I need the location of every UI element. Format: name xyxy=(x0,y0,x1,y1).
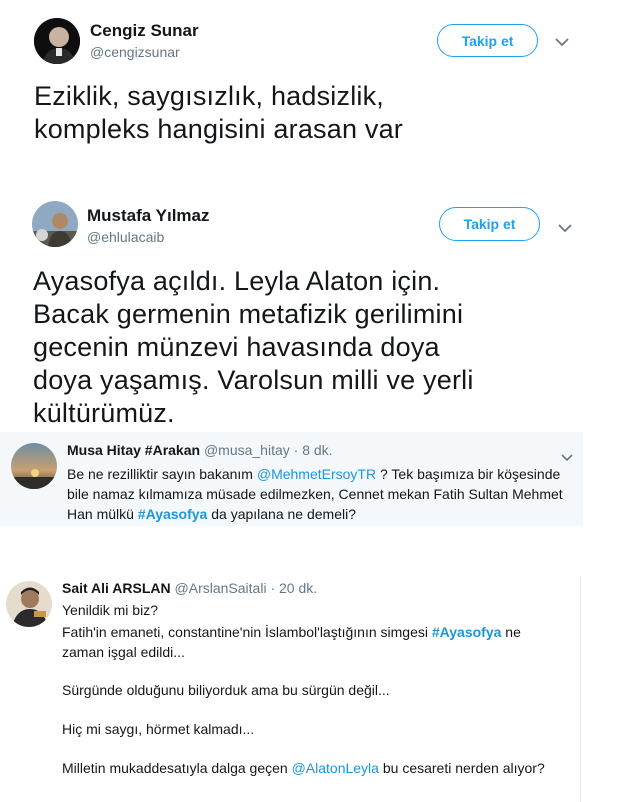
tweet-timestamp[interactable]: · 20 dk. xyxy=(270,580,317,596)
author-handle[interactable]: @cengizsunar xyxy=(90,44,180,60)
hashtag-link[interactable]: #Ayasofya xyxy=(138,506,208,522)
author-handle[interactable]: @musa_hitay xyxy=(204,442,290,458)
chevron-down-icon[interactable] xyxy=(555,34,569,52)
tweet-line: Milletin mukaddesatıyla dalga geçen @Ala… xyxy=(62,760,545,776)
author-name[interactable]: Cengiz Sunar xyxy=(90,21,199,41)
tweet-line: Sürgünde olduğunu biliyorduk ama bu sürg… xyxy=(62,682,390,698)
tweet-text: Yenildik mi biz? Fatih'in emaneti, const… xyxy=(62,600,552,778)
author-name[interactable]: Mustafa Yılmaz xyxy=(87,206,210,226)
avatar[interactable] xyxy=(32,201,78,247)
tweet-text: Eziklik, saygısızlık, hadsizlik, komplek… xyxy=(34,81,403,144)
avatar-photo-icon xyxy=(32,201,78,247)
follow-button[interactable]: Takip et xyxy=(437,24,538,57)
mention-link[interactable]: @MehmetErsoyTR xyxy=(257,466,376,482)
chevron-down-icon[interactable] xyxy=(558,220,572,238)
tweet-text: Ayasofya açıldı. Leyla Alaton için. Baca… xyxy=(33,266,474,428)
author-name[interactable]: Musa Hitay #Arakan xyxy=(67,442,200,458)
tweet-text: Be ne rezilliktir sayın bakanım @MehmetE… xyxy=(67,466,563,522)
avatar[interactable] xyxy=(6,581,52,627)
follow-button[interactable]: Takip et xyxy=(439,207,540,241)
author-handle[interactable]: @ArslanSaitali xyxy=(175,580,267,596)
hashtag-link[interactable]: #Ayasofya xyxy=(432,624,502,640)
author-name[interactable]: Sait Ali ARSLAN xyxy=(62,580,171,596)
avatar[interactable] xyxy=(34,18,80,64)
tweet-musa[interactable]: Musa Hitay #Arakan @musa_hitay · 8 dk. B… xyxy=(0,432,583,526)
author-handle[interactable]: @ehlulacaib xyxy=(87,229,164,245)
tweet-line: Fatih'in emaneti, constantine'nin İslamb… xyxy=(62,624,521,660)
mention-link[interactable]: @AlatonLeyla xyxy=(292,760,379,776)
tweet-line: Yenildik mi biz? xyxy=(62,602,158,618)
tweet-line: Hiç mi saygı, hörmet kalmadı... xyxy=(62,721,255,737)
avatar-photo-icon xyxy=(34,18,80,64)
avatar-photo-icon xyxy=(6,581,52,627)
avatar-photo-icon xyxy=(11,443,57,489)
tweet-timestamp[interactable]: · 8 dk. xyxy=(294,442,333,458)
tweet-sait[interactable]: Sait Ali ARSLAN @ArslanSaitali · 20 dk. … xyxy=(0,570,583,802)
avatar[interactable] xyxy=(11,443,57,489)
divider xyxy=(580,576,581,802)
